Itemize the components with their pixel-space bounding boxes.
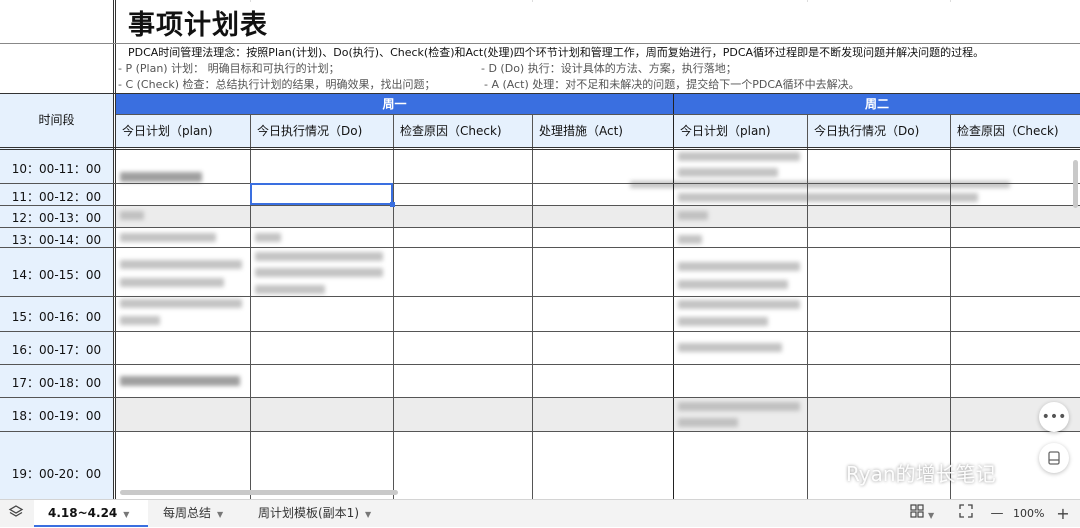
redacted-cell-content (120, 260, 242, 269)
redacted-cell-content (678, 262, 800, 271)
redacted-cell-content (678, 235, 702, 244)
chevron-down-icon: ▼ (217, 510, 224, 519)
sheet-title: 事项计划表 (128, 10, 268, 41)
col-header-tue-do[interactable]: 今日执行情况（Do) (808, 115, 950, 147)
tab-label: 周计划模板(副本1) (258, 506, 359, 520)
col-header-mon-do[interactable]: 今日执行情况（Do) (251, 115, 393, 147)
view-mode-button[interactable]: ▼ (908, 504, 936, 524)
time-slot-label: 11：00-12：00 (11, 190, 102, 204)
zoom-level[interactable]: 100% (1013, 500, 1044, 527)
pdca-act-line: - A (Act) 处理：对不足和未解决的问题，提交给下一个PDCA循环中去解决… (484, 78, 860, 91)
expand-icon (959, 504, 973, 518)
pdca-description: PDCA时间管理法理念：按照Plan(计划)、Do(执行)、Check(检查)和… (128, 46, 985, 59)
time-slot-label: 19：00-20：00 (11, 467, 102, 481)
redacted-cell-content (120, 278, 224, 287)
tab-label: 4.18~4.24 (48, 506, 118, 520)
side-panel-button[interactable] (1039, 443, 1069, 473)
redacted-cell-content (255, 285, 325, 294)
redacted-cell-content (678, 152, 800, 161)
pdca-plan-line: - P (Plan) 计划： 明确目标和可执行的计划； (118, 62, 340, 75)
zoom-out-button[interactable]: — (988, 504, 1006, 524)
time-slot-label: 15：00-16：00 (11, 310, 102, 324)
redacted-cell-content (120, 316, 160, 325)
grid-icon (910, 504, 924, 518)
more-options-button[interactable]: ••• (1039, 402, 1069, 432)
col-header-tue-plan[interactable]: 今日计划（plan) (674, 115, 807, 147)
redacted-cell-content (678, 280, 788, 289)
fullscreen-button[interactable] (956, 504, 976, 524)
horizontal-scrollbar[interactable] (120, 490, 398, 495)
time-column-header: 时间段 (0, 94, 113, 147)
sheet-tab[interactable]: 周计划模板(副本1) ▼ (258, 500, 398, 527)
spreadsheet-grid[interactable]: 事项计划表 PDCA时间管理法理念：按照Plan(计划)、Do(执行)、Chec… (0, 0, 1080, 499)
time-slot-label: 13：00-14：00 (11, 233, 102, 247)
col-header-tue-check[interactable]: 检查原因（Check) (951, 115, 1080, 147)
day-header-monday: 周一 (116, 94, 673, 114)
col-header-mon-plan[interactable]: 今日计划（plan) (116, 115, 250, 147)
redacted-cell-content (678, 343, 782, 352)
ellipsis-icon: ••• (1041, 409, 1067, 425)
redacted-cell-content (120, 172, 202, 182)
panel-icon (1048, 451, 1060, 465)
redacted-cell-content (678, 402, 800, 411)
redacted-cell-content (678, 300, 800, 309)
chevron-down-icon: ▼ (365, 510, 372, 519)
zoom-in-button[interactable]: + (1054, 504, 1072, 524)
watermark-text: Ryan的增长笔记 (846, 462, 996, 486)
redacted-cell-content (255, 268, 383, 277)
grey-row-18 (115, 398, 1080, 431)
redacted-cell-content (678, 211, 708, 220)
pdca-check-line: - C (Check) 检查：总结执行计划的结果，明确效果，找出问题； (118, 78, 436, 91)
col-header-mon-act[interactable]: 处理措施（Act) (533, 115, 673, 147)
day-header-tuesday: 周二 (674, 94, 1080, 114)
sheet-tab-bar: 4.18~4.24 ▼ 每周总结 ▼ 周计划模板(副本1) ▼ ▼ — 100% + (0, 499, 1080, 527)
redacted-cell-content (255, 252, 383, 261)
grey-row-12 (115, 206, 1080, 227)
chevron-down-icon: ▼ (123, 510, 130, 519)
redacted-cell-content (678, 193, 978, 202)
layers-icon (8, 505, 24, 517)
sheet-tab[interactable]: 每周总结 ▼ (163, 500, 243, 527)
redacted-cell-content (678, 317, 768, 326)
redacted-cell-content (120, 299, 242, 308)
redacted-cell-content (678, 168, 778, 177)
fill-handle[interactable] (390, 202, 395, 207)
col-header-mon-check[interactable]: 检查原因（Check) (394, 115, 532, 147)
time-slot-label: 14：00-15：00 (11, 268, 102, 282)
chevron-down-icon: ▼ (927, 511, 935, 520)
tab-label: 每周总结 (163, 506, 212, 520)
selected-cell[interactable] (250, 183, 393, 205)
redacted-cell-content (120, 233, 216, 242)
redacted-cell-content (678, 418, 738, 427)
time-slot-label: 18：00-19：00 (11, 409, 102, 423)
pdca-do-line: - D (Do) 执行：设计具体的方法、方案，执行落地； (481, 62, 737, 75)
vertical-scrollbar[interactable] (1073, 160, 1078, 208)
redacted-cell-content (120, 211, 144, 220)
sheet-tab-active[interactable]: 4.18~4.24 ▼ (34, 500, 148, 527)
time-slot-label: 12：00-13：00 (11, 211, 102, 225)
redacted-cell-content (120, 376, 240, 386)
sheets-layers-button[interactable] (6, 504, 26, 524)
time-slot-label: 16：00-17：00 (11, 343, 102, 357)
wechat-icon (811, 462, 839, 484)
time-slot-label: 17：00-18：00 (11, 376, 102, 390)
time-slot-label: 10：00-11：00 (11, 162, 102, 176)
redacted-cell-content (255, 233, 281, 242)
